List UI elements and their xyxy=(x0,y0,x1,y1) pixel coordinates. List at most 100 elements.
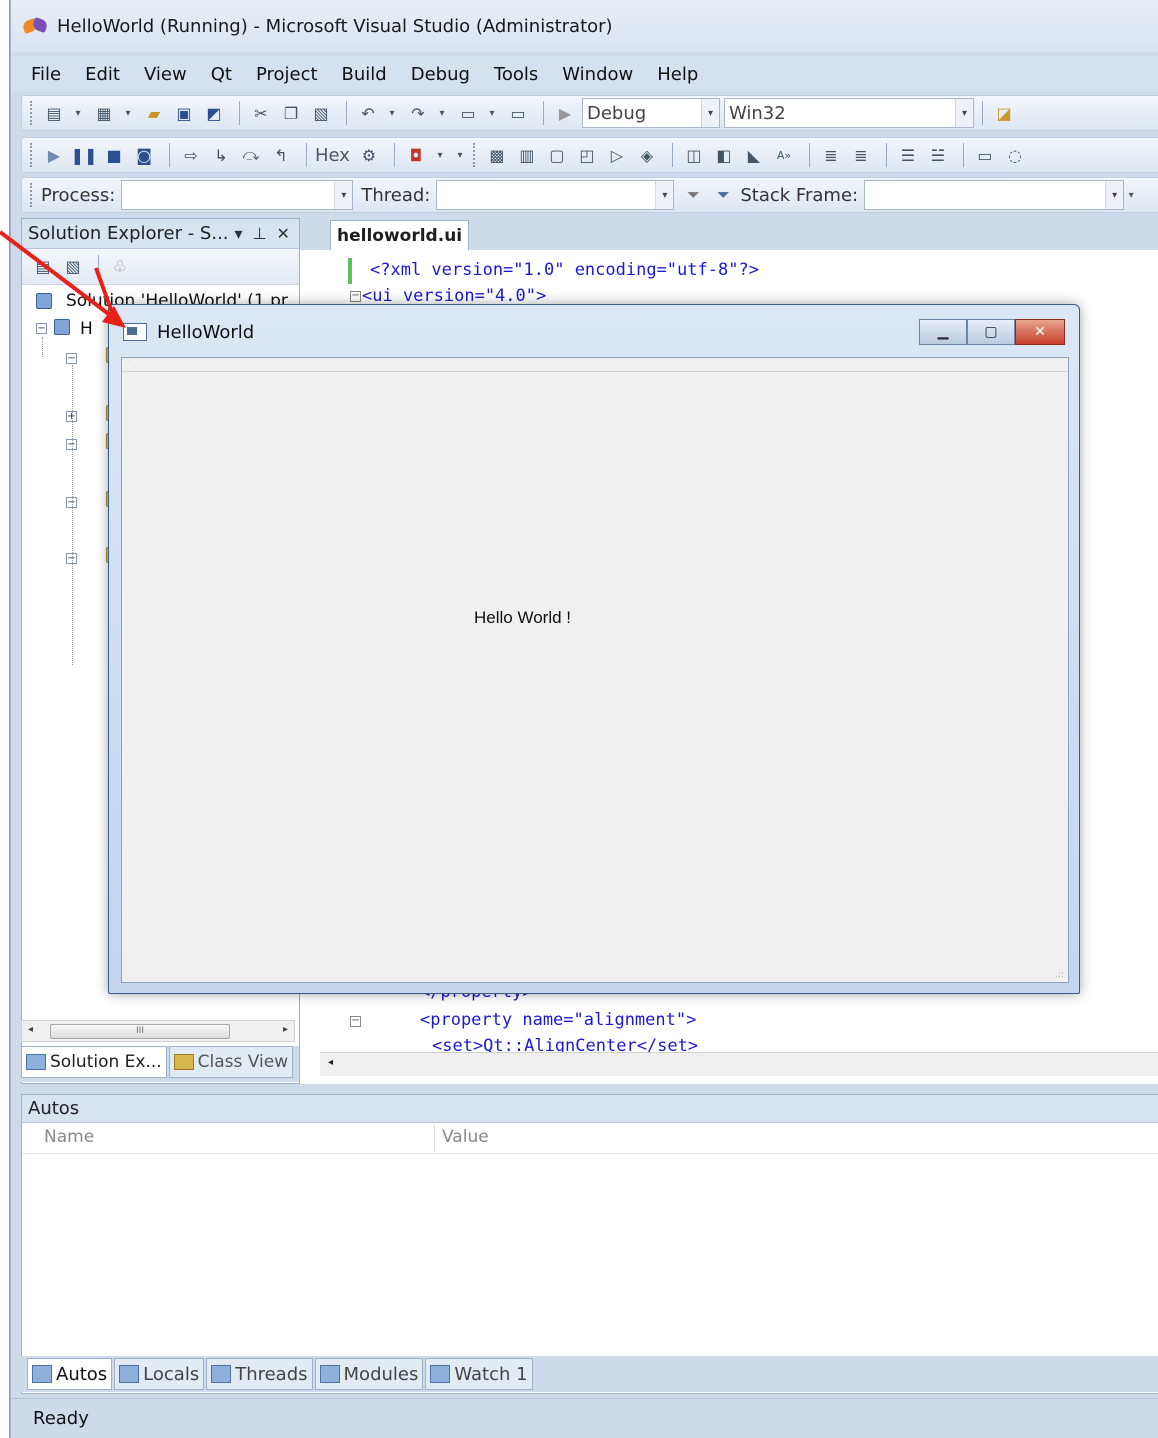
format-align-icon[interactable]: ◧ xyxy=(711,143,737,167)
properties-icon[interactable]: ▤ xyxy=(30,255,56,279)
dropdown-arrow-icon[interactable]: ▾ xyxy=(485,101,499,125)
qt-class-icon[interactable]: ◰ xyxy=(574,143,600,167)
paste-icon[interactable]: ▧ xyxy=(308,101,334,125)
navigate-backward-icon[interactable]: ▭ xyxy=(455,101,481,125)
increase-indent-icon[interactable]: ≣ xyxy=(848,143,874,167)
toolbar-grip[interactable] xyxy=(30,183,33,207)
close-icon[interactable]: ✕ xyxy=(277,224,290,243)
menu-help[interactable]: Help xyxy=(657,64,698,85)
toolbar-grip[interactable] xyxy=(472,143,476,167)
step-over-icon[interactable]: ⤼ xyxy=(238,143,264,167)
open-folder-icon[interactable]: ▰ xyxy=(141,101,167,125)
scroll-left-arrow-icon[interactable]: ◂ xyxy=(328,1057,333,1068)
menu-edit[interactable]: Edit xyxy=(85,64,120,85)
pin-icon[interactable]: ⊥ xyxy=(253,224,267,243)
minimize-button[interactable]: ▁ xyxy=(919,319,967,345)
step-into-icon[interactable]: ↳ xyxy=(208,143,234,167)
qt-resource-icon[interactable]: ▷ xyxy=(604,143,630,167)
uncomment-lines-icon[interactable]: ☱ xyxy=(925,143,951,167)
stop-debugging-icon[interactable]: ■ xyxy=(101,143,127,167)
menu-window[interactable]: Window xyxy=(562,64,633,85)
code-line-ui-version[interactable]: <ui version="4.0"> xyxy=(362,286,546,306)
undo-icon[interactable]: ↶ xyxy=(355,101,381,125)
menu-qt[interactable]: Qt xyxy=(211,64,232,85)
scrollbar-thumb[interactable]: III xyxy=(50,1024,230,1039)
solution-configuration-select[interactable]: Debug ▾ xyxy=(582,98,720,128)
menu-build[interactable]: Build xyxy=(342,64,387,85)
toolbar-grip[interactable] xyxy=(30,101,33,125)
dropdown-arrow-icon[interactable]: ▾ xyxy=(435,101,449,125)
restart-icon[interactable]: ◙ xyxy=(131,143,157,167)
solution-explorer-horizontal-scrollbar[interactable]: ◂ III ▸ xyxy=(21,1020,295,1042)
display-icon[interactable]: ▭ xyxy=(972,143,998,167)
dropdown-arrow-icon[interactable]: ▾ xyxy=(121,101,135,125)
stack-frame-select[interactable]: ▾ xyxy=(864,180,1125,210)
code-line-property-alignment[interactable]: <property name="alignment"> xyxy=(420,1010,696,1030)
break-all-icon[interactable]: ❚❚ xyxy=(71,143,98,167)
cut-icon[interactable]: ✂ xyxy=(248,101,274,125)
menu-view[interactable]: View xyxy=(144,64,187,85)
qt-designer-icon[interactable]: ▩ xyxy=(484,143,510,167)
comment-lines-icon[interactable]: ☰ xyxy=(895,143,921,167)
show-threads-icon[interactable]: ⚙ xyxy=(356,143,382,167)
toggle-filter-icon[interactable]: ⏷ xyxy=(710,183,736,207)
solution-platform-select[interactable]: Win32 ▾ xyxy=(724,98,974,128)
collapse-toggle-icon[interactable]: − xyxy=(66,353,77,364)
step-out-icon[interactable]: ↰ xyxy=(268,143,294,167)
filter-icon[interactable]: ⏷ xyxy=(680,183,706,207)
resize-grip-icon[interactable]: .:: xyxy=(1055,970,1064,980)
dropdown-arrow-icon[interactable]: ▾ xyxy=(385,101,399,125)
qt-form-icon[interactable]: ▢ xyxy=(544,143,570,167)
copy-icon[interactable]: ❐ xyxy=(278,101,304,125)
show-next-statement-icon[interactable]: ⇨ xyxy=(178,143,204,167)
refresh-icon[interactable]: ♧ xyxy=(107,255,133,279)
column-header-name[interactable]: Name xyxy=(44,1127,94,1147)
tab-threads[interactable]: Threads xyxy=(206,1358,313,1390)
dropdown-arrow-icon[interactable]: ▾ xyxy=(433,143,447,167)
close-button[interactable]: ✕ xyxy=(1015,319,1065,345)
start-debugging-icon[interactable]: ▶ xyxy=(552,101,578,125)
toolbar-overflow-icon[interactable]: ▾ xyxy=(1124,183,1138,207)
save-all-icon[interactable]: ◩ xyxy=(201,101,227,125)
helloworld-app-window[interactable]: HelloWorld ▁ ▢ ✕ · Hello World ! .:: xyxy=(108,304,1080,994)
breakpoints-window-icon[interactable]: ◘ xyxy=(403,143,429,167)
chevron-down-icon[interactable]: ▾ xyxy=(334,181,353,209)
find-in-files-icon[interactable]: ◪ xyxy=(991,101,1017,125)
menu-tools[interactable]: Tools xyxy=(494,64,538,85)
tab-locals[interactable]: Locals xyxy=(114,1358,205,1390)
column-divider[interactable] xyxy=(434,1125,435,1151)
new-project-icon[interactable]: ▤ xyxy=(41,101,67,125)
hex-toggle-button[interactable]: Hex xyxy=(315,145,350,166)
chevron-down-icon[interactable]: ▾ xyxy=(955,99,973,127)
navigate-forward-icon[interactable]: ▭ xyxy=(505,101,531,125)
thread-select[interactable]: ▾ xyxy=(436,180,675,210)
maximize-button[interactable]: ▢ xyxy=(967,319,1015,345)
code-line-xml-declaration[interactable]: <?xml version="1.0" encoding="utf-8"?> xyxy=(370,260,759,280)
menu-project[interactable]: Project xyxy=(256,64,318,85)
add-item-icon[interactable]: ▦ xyxy=(91,101,117,125)
format-pointer-icon[interactable]: ◣ xyxy=(741,143,767,167)
show-all-files-icon[interactable]: ▧ xyxy=(60,255,86,279)
column-header-value[interactable]: Value xyxy=(442,1127,489,1147)
dropdown-arrow-icon[interactable]: ▾ xyxy=(71,101,85,125)
continue-icon[interactable]: ▶ xyxy=(41,143,67,167)
redo-icon[interactable]: ↷ xyxy=(405,101,431,125)
menu-file[interactable]: File xyxy=(31,64,61,85)
menu-debug[interactable]: Debug xyxy=(411,64,470,85)
tab-watch-1[interactable]: Watch 1 xyxy=(425,1358,533,1390)
tab-class-view[interactable]: Class View xyxy=(168,1046,294,1078)
fold-toggle-icon[interactable]: − xyxy=(350,291,361,302)
toolbar-grip[interactable] xyxy=(30,143,33,167)
chevron-down-icon[interactable]: ▾ xyxy=(1105,181,1124,209)
fold-toggle-icon[interactable]: − xyxy=(350,1016,361,1027)
tab-helloworld-ui[interactable]: helloworld.ui xyxy=(330,220,470,250)
chevron-down-icon[interactable]: ▾ xyxy=(655,181,674,209)
qt-linguist-icon[interactable]: ▥ xyxy=(514,143,540,167)
process-select[interactable]: ▾ xyxy=(121,180,354,210)
window-position-dropdown-icon[interactable]: ▾ xyxy=(235,224,243,243)
comment-bubble-icon[interactable]: ◌ xyxy=(1002,143,1028,167)
qt-settings-icon[interactable]: ◈ xyxy=(634,143,660,167)
scroll-right-arrow-icon[interactable]: ▸ xyxy=(283,1024,288,1035)
toolbar-overflow-icon[interactable]: ▾ xyxy=(453,143,467,167)
chevron-down-icon[interactable]: ▾ xyxy=(701,99,719,127)
